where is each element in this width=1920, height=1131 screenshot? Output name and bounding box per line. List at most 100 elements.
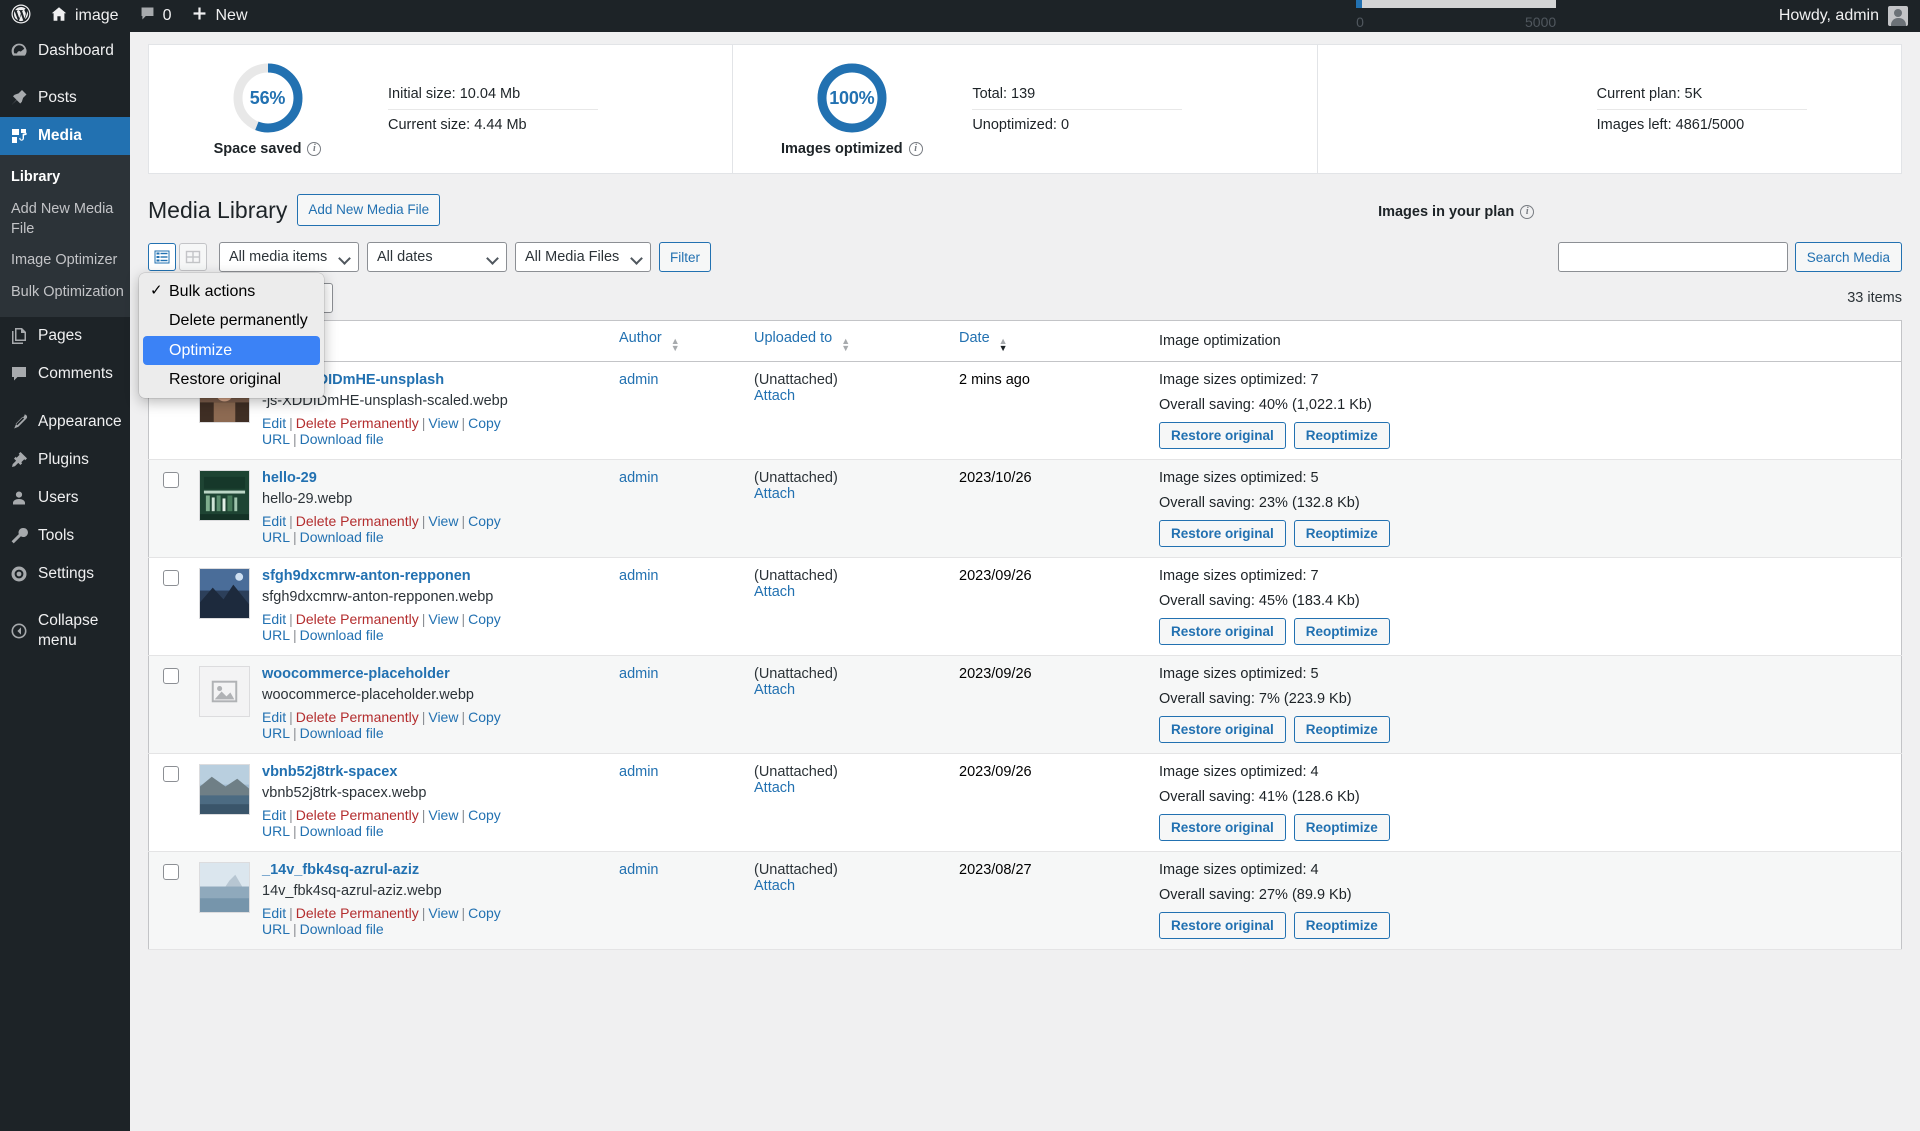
row-checkbox[interactable] [163, 570, 179, 586]
media-items-filter-select[interactable]: All media items [219, 242, 359, 272]
delete-permanently-link[interactable]: Delete Permanently [296, 415, 419, 431]
edit-link[interactable]: Edit [262, 415, 286, 431]
row-select-cell[interactable] [149, 558, 190, 656]
sidebar-item-users[interactable]: Users [0, 479, 130, 517]
restore-original-button[interactable]: Restore original [1159, 814, 1286, 841]
search-media-button[interactable]: Search Media [1795, 242, 1902, 272]
delete-permanently-link[interactable]: Delete Permanently [296, 905, 419, 921]
sidebar-item-media[interactable]: Media [0, 117, 130, 155]
delete-permanently-link[interactable]: Delete Permanently [296, 807, 419, 823]
sidebar-item-dashboard[interactable]: Dashboard [0, 32, 130, 70]
attach-link[interactable]: Attach [754, 682, 795, 698]
sidebar-item-pages[interactable]: Pages [0, 317, 130, 355]
delete-permanently-link[interactable]: Delete Permanently [296, 709, 419, 725]
reoptimize-button[interactable]: Reoptimize [1294, 422, 1390, 449]
row-checkbox[interactable] [163, 668, 179, 684]
sidebar-item-comments[interactable]: Comments [0, 355, 130, 393]
view-link[interactable]: View [428, 513, 458, 529]
row-checkbox[interactable] [163, 864, 179, 880]
sidebar-subitem-image-optimizer[interactable]: Image Optimizer [0, 245, 130, 277]
row-checkbox[interactable] [163, 766, 179, 782]
restore-original-button[interactable]: Restore original [1159, 912, 1286, 939]
row-select-cell[interactable] [149, 754, 190, 852]
comments-menu[interactable]: 0 [129, 0, 182, 32]
file-thumbnail[interactable] [199, 862, 250, 913]
view-link[interactable]: View [428, 415, 458, 431]
download-file-link[interactable]: Download file [300, 431, 384, 447]
edit-link[interactable]: Edit [262, 611, 286, 627]
restore-original-button[interactable]: Restore original [1159, 716, 1286, 743]
author-link[interactable]: admin [619, 372, 659, 388]
author-link[interactable]: admin [619, 764, 659, 780]
file-thumbnail[interactable] [199, 568, 250, 619]
reoptimize-button[interactable]: Reoptimize [1294, 520, 1390, 547]
sidebar-item-posts[interactable]: Posts [0, 79, 130, 117]
sidebar-subitem-bulk-optimization[interactable]: Bulk Optimization [0, 277, 130, 309]
bulk-actions-dropdown-menu[interactable]: Bulk actions Delete permanently Optimize… [139, 273, 324, 398]
sidebar-subitem-library[interactable]: Library [0, 162, 130, 194]
download-file-link[interactable]: Download file [300, 921, 384, 937]
dates-filter-select[interactable]: All dates [367, 242, 507, 272]
collapse-menu-button[interactable]: Collapse menu [0, 602, 130, 660]
add-new-media-file-button[interactable]: Add New Media File [297, 194, 440, 226]
reoptimize-button[interactable]: Reoptimize [1294, 912, 1390, 939]
file-title-link[interactable]: hello-29 [262, 470, 599, 486]
sort-arrows-uploaded-to[interactable]: ▲▼ [841, 338, 850, 352]
view-link[interactable]: View [428, 905, 458, 921]
file-thumbnail[interactable] [199, 470, 250, 521]
sidebar-item-settings[interactable]: Settings [0, 555, 130, 593]
site-name-menu[interactable]: image [40, 0, 129, 32]
row-select-cell[interactable] [149, 656, 190, 754]
author-link[interactable]: admin [619, 470, 659, 486]
list-view-icon[interactable] [148, 243, 176, 271]
edit-link[interactable]: Edit [262, 807, 286, 823]
wordpress-logo-menu[interactable] [0, 0, 40, 32]
attach-link[interactable]: Attach [754, 388, 795, 404]
new-content-menu[interactable]: New [181, 0, 257, 32]
restore-original-button[interactable]: Restore original [1159, 618, 1286, 645]
file-title-link[interactable]: sfgh9dxcmrw-anton-repponen [262, 568, 599, 584]
view-link[interactable]: View [428, 709, 458, 725]
grid-view-icon[interactable] [179, 243, 207, 271]
reoptimize-button[interactable]: Reoptimize [1294, 716, 1390, 743]
attach-link[interactable]: Attach [754, 780, 795, 796]
column-header-uploaded-to[interactable]: Uploaded to ▲▼ [744, 321, 949, 362]
info-icon[interactable]: i [307, 142, 321, 156]
sidebar-item-appearance[interactable]: Appearance [0, 403, 130, 441]
download-file-link[interactable]: Download file [300, 627, 384, 643]
row-checkbox[interactable] [163, 472, 179, 488]
restore-original-button[interactable]: Restore original [1159, 422, 1286, 449]
delete-permanently-link[interactable]: Delete Permanently [296, 513, 419, 529]
delete-permanently-link[interactable]: Delete Permanently [296, 611, 419, 627]
file-title-link[interactable]: woocommerce-placeholder [262, 666, 599, 682]
author-link[interactable]: admin [619, 862, 659, 878]
sort-arrows-author[interactable]: ▲▼ [671, 338, 680, 352]
media-files-filter-select[interactable]: All Media Files [515, 242, 651, 272]
filter-button[interactable]: Filter [659, 242, 711, 272]
edit-link[interactable]: Edit [262, 513, 286, 529]
view-link[interactable]: View [428, 611, 458, 627]
restore-original-button[interactable]: Restore original [1159, 520, 1286, 547]
reoptimize-button[interactable]: Reoptimize [1294, 618, 1390, 645]
admin-bar-account[interactable]: Howdy, admin [1779, 6, 1920, 26]
sidebar-item-tools[interactable]: Tools [0, 517, 130, 555]
file-title-link[interactable]: vbnb52j8trk-spacex [262, 764, 599, 780]
column-header-author[interactable]: Author ▲▼ [609, 321, 744, 362]
reoptimize-button[interactable]: Reoptimize [1294, 814, 1390, 841]
info-icon[interactable]: i [1520, 205, 1534, 219]
attach-link[interactable]: Attach [754, 584, 795, 600]
file-title-link[interactable]: _14v_fbk4sq-azrul-aziz [262, 862, 599, 878]
dropdown-option-restore-original[interactable]: Restore original [139, 365, 324, 394]
download-file-link[interactable]: Download file [300, 529, 384, 545]
edit-link[interactable]: Edit [262, 905, 286, 921]
view-link[interactable]: View [428, 807, 458, 823]
sidebar-subitem-add-new-media-file[interactable]: Add New Media File [0, 194, 130, 245]
sidebar-item-plugins[interactable]: Plugins [0, 441, 130, 479]
author-link[interactable]: admin [619, 666, 659, 682]
attach-link[interactable]: Attach [754, 878, 795, 894]
edit-link[interactable]: Edit [262, 709, 286, 725]
attach-link[interactable]: Attach [754, 486, 795, 502]
column-header-date[interactable]: Date ▲▼ [949, 321, 1149, 362]
dropdown-option-bulk-actions[interactable]: Bulk actions [139, 277, 324, 306]
search-input[interactable] [1558, 242, 1788, 272]
